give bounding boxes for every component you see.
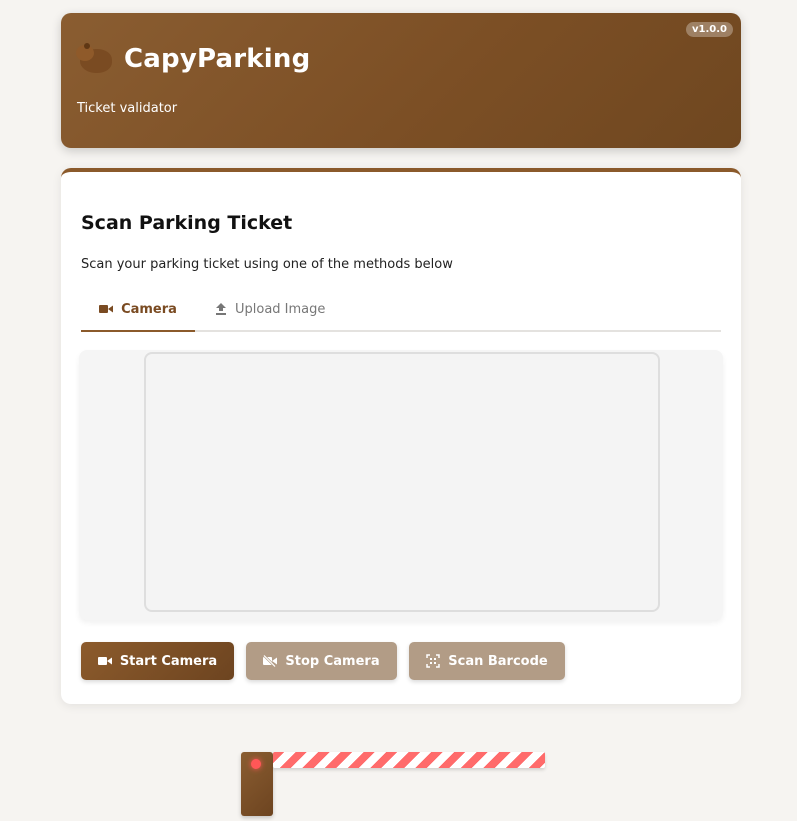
camera-preview [144, 352, 660, 612]
page: v1.0.0 CapyParking Ticket validator Scan… [0, 0, 797, 821]
version-badge: v1.0.0 [686, 22, 733, 37]
parking-barrier-arm [273, 752, 545, 768]
brand: CapyParking [76, 41, 310, 77]
app-header: v1.0.0 CapyParking Ticket validator [61, 13, 741, 148]
capybara-icon [76, 41, 116, 77]
camera-preview-container [79, 350, 723, 620]
video-camera-icon [99, 304, 114, 314]
scan-card: Scan Parking Ticket Scan your parking ti… [61, 168, 741, 704]
qr-scan-icon [426, 654, 440, 668]
scan-barcode-label: Scan Barcode [448, 653, 548, 669]
scan-barcode-button[interactable]: Scan Barcode [409, 642, 565, 680]
app-subtitle: Ticket validator [77, 101, 178, 116]
video-camera-off-icon [263, 655, 278, 667]
barrier-light-icon [251, 759, 261, 769]
tab-camera[interactable]: Camera [81, 288, 195, 332]
card-title: Scan Parking Ticket [81, 212, 293, 234]
tab-upload-image[interactable]: Upload Image [215, 288, 335, 330]
upload-icon [215, 303, 227, 315]
app-title: CapyParking [124, 44, 311, 74]
video-camera-icon [97, 656, 112, 666]
stop-camera-button[interactable]: Stop Camera [246, 642, 397, 680]
stop-camera-label: Stop Camera [285, 653, 380, 669]
start-camera-label: Start Camera [119, 653, 218, 669]
tab-upload-label: Upload Image [235, 301, 326, 317]
tab-camera-label: Camera [121, 301, 177, 317]
card-description: Scan your parking ticket using one of th… [81, 257, 453, 272]
start-camera-button[interactable]: Start Camera [81, 642, 234, 680]
scan-method-tabs: Camera Upload Image [81, 288, 721, 332]
